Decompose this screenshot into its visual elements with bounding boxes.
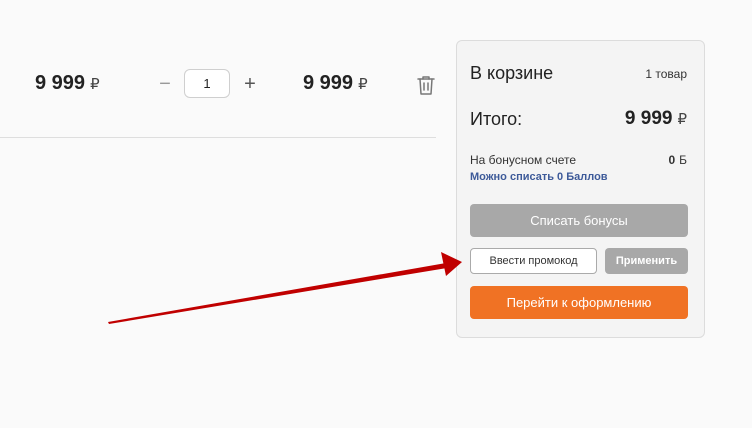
arrow-shaft bbox=[108, 263, 447, 324]
total-amount: 9 999 bbox=[624, 108, 673, 129]
total-value: 9 999 ₽ bbox=[625, 108, 687, 130]
quantity-increase-button[interactable]: + bbox=[241, 73, 259, 95]
bonus-redeem-link[interactable]: Можно списать 0 Баллов bbox=[470, 171, 608, 183]
item-total-price: 9 999 ₽ bbox=[303, 72, 368, 95]
currency-sign: ₽ bbox=[677, 111, 687, 128]
cart-summary-panel: В корзине 1 товар Итого: 9 999 ₽ На бонус… bbox=[456, 40, 705, 338]
cart-item-count: 1 товар bbox=[645, 67, 687, 81]
row-divider bbox=[0, 137, 436, 138]
checkout-button[interactable]: Перейти к оформлению bbox=[470, 286, 688, 319]
promo-code-input[interactable]: Ввести промокод bbox=[470, 248, 597, 274]
redeem-bonus-button[interactable]: Списать бонусы bbox=[470, 204, 688, 237]
bonus-balance-value: 0Б bbox=[668, 153, 687, 167]
currency-sign: ₽ bbox=[90, 76, 100, 93]
item-unit-price-value: 9 999 bbox=[35, 72, 86, 94]
total-label: Итого: bbox=[470, 109, 523, 129]
item-unit-price: 9 999 ₽ bbox=[35, 72, 100, 95]
bonus-unit: Б bbox=[679, 153, 687, 167]
quantity-decrease-button[interactable]: − bbox=[156, 73, 174, 95]
currency-sign: ₽ bbox=[358, 76, 368, 93]
apply-promo-button[interactable]: Применить bbox=[605, 248, 688, 274]
cart-title: В корзине bbox=[470, 63, 554, 83]
bonus-amount: 0 bbox=[668, 153, 676, 167]
item-total-price-value: 9 999 bbox=[303, 72, 354, 94]
trash-icon[interactable] bbox=[416, 74, 436, 96]
quantity-input[interactable]: 1 bbox=[184, 69, 230, 98]
bonus-balance-label: На бонусном счете bbox=[470, 153, 577, 167]
